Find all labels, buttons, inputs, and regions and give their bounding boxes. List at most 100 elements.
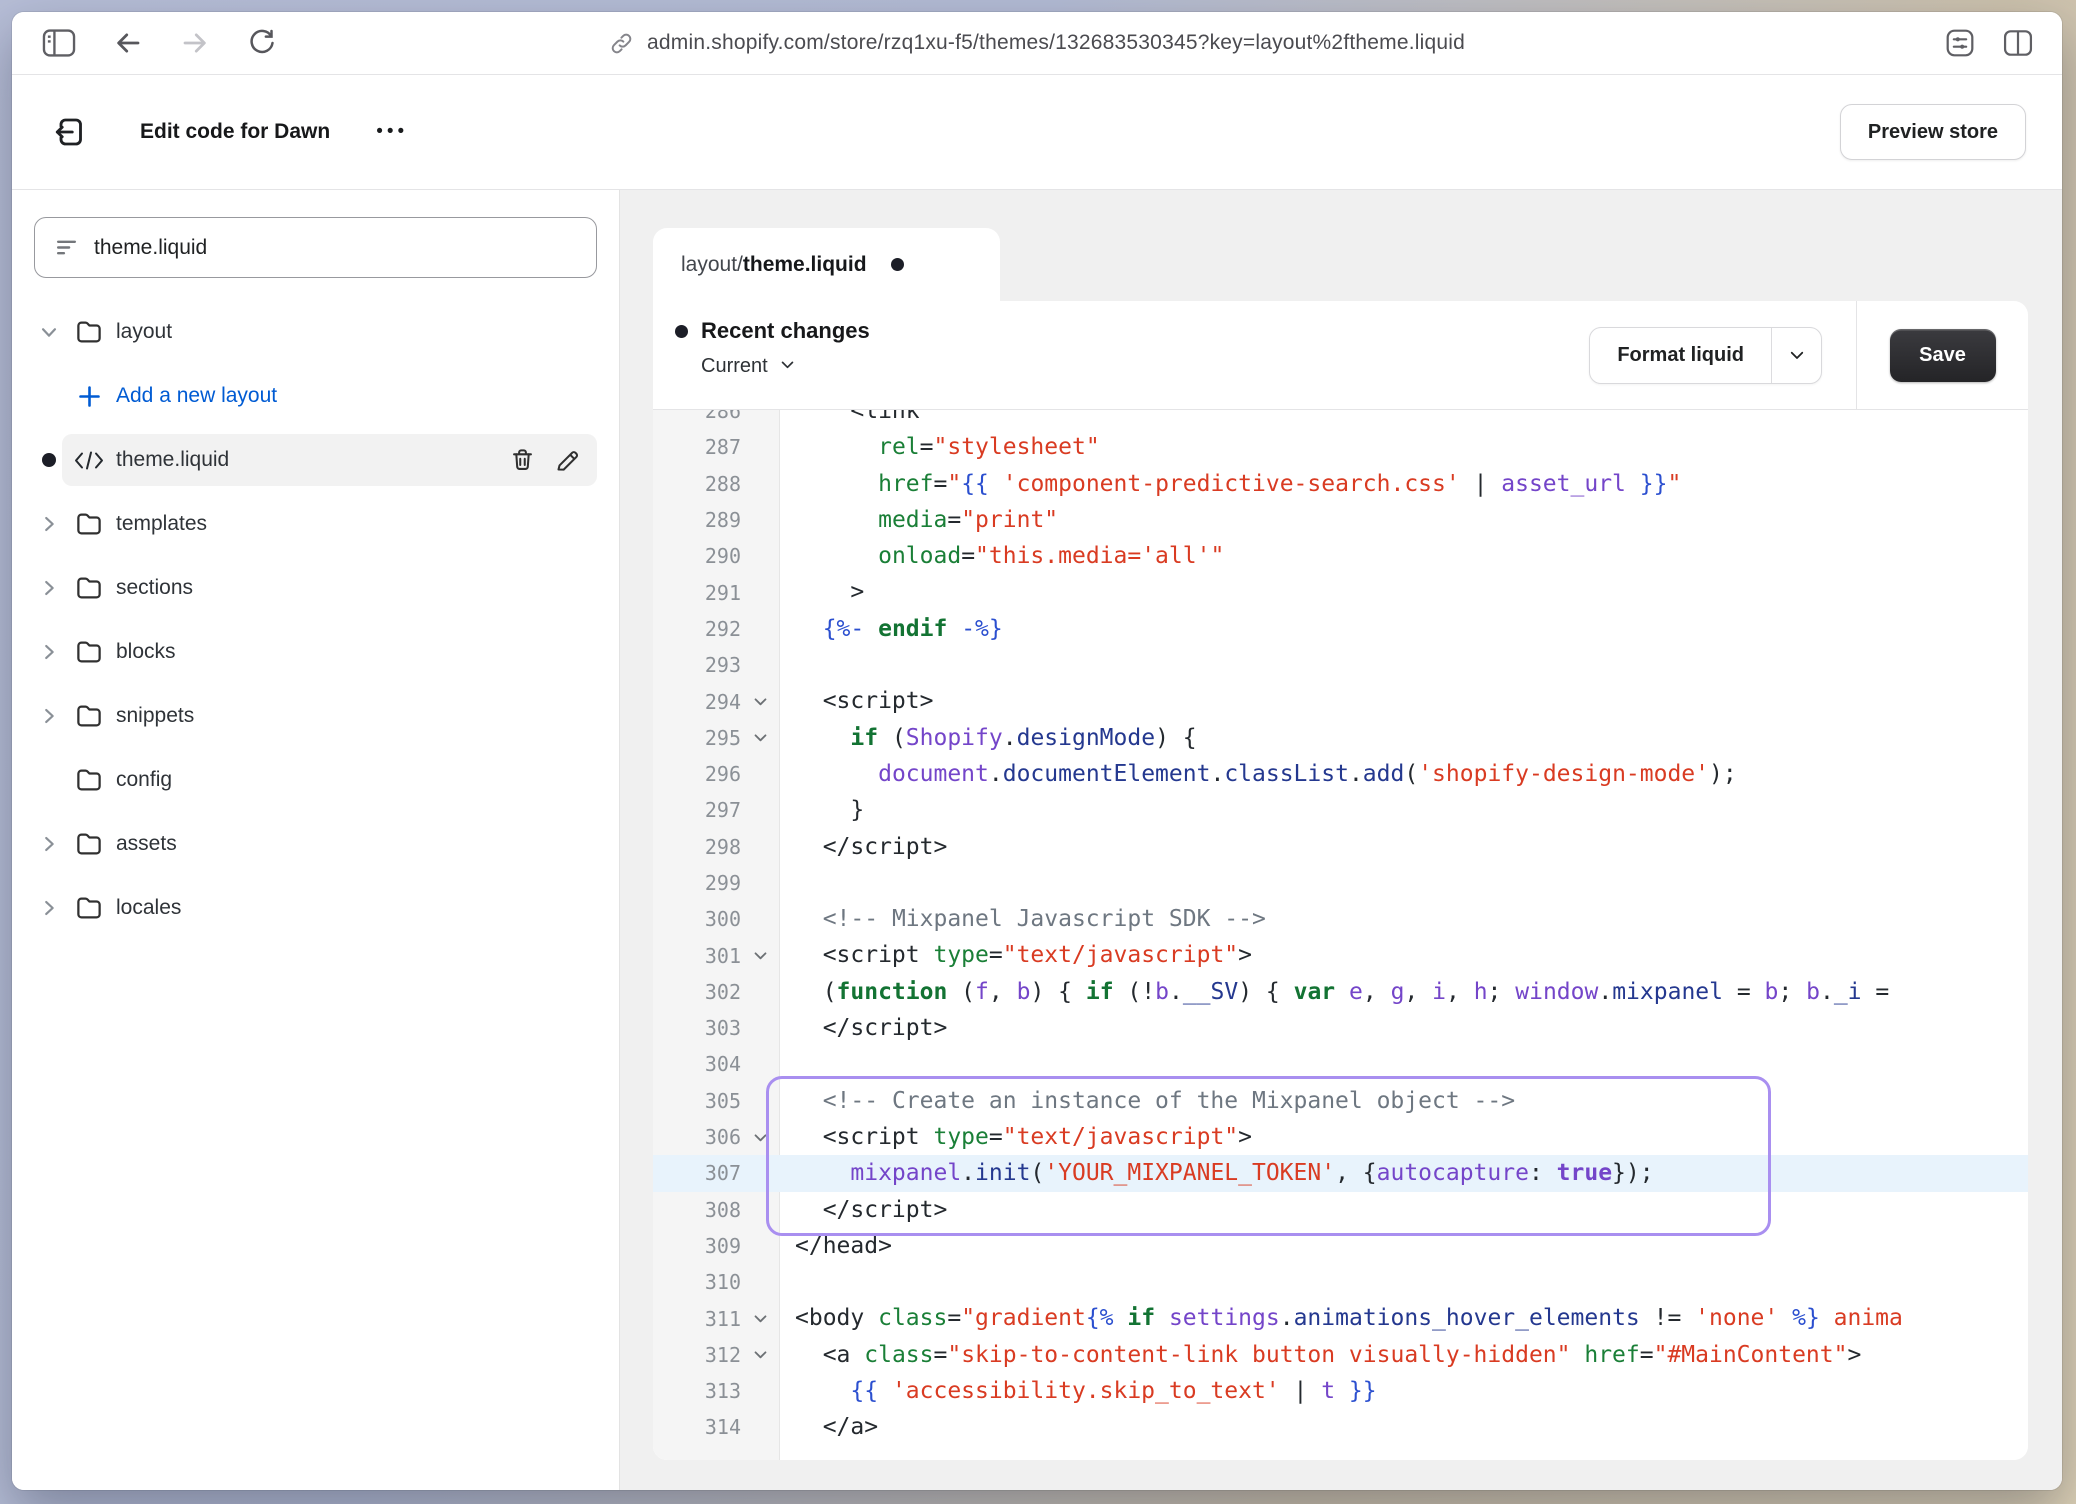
code-line-296[interactable]: 296 document.documentElement.classList.a… <box>653 756 2028 792</box>
chevron-right-icon[interactable] <box>36 641 62 663</box>
line-gutter: 286 <box>653 410 780 429</box>
line-number: 310 <box>653 1270 741 1294</box>
code-text: } <box>780 792 864 828</box>
fold-toggle-icon[interactable] <box>741 693 779 710</box>
code-text: </a> <box>780 1409 878 1445</box>
code-line-311[interactable]: 311<body class="gradient{% if settings.a… <box>653 1300 2028 1336</box>
fold-toggle-icon[interactable] <box>741 1346 779 1363</box>
line-number: 302 <box>653 980 741 1004</box>
chevron-right-icon[interactable] <box>36 705 62 727</box>
version-label: Current <box>701 355 768 378</box>
code-line-292[interactable]: 292 {%- endif -%} <box>653 611 2028 647</box>
file-search[interactable] <box>34 217 597 278</box>
code-line-306[interactable]: 306 <script type="text/javascript"> <box>653 1119 2028 1155</box>
split-view-icon[interactable] <box>2002 28 2034 58</box>
line-gutter: 302 <box>653 974 780 1010</box>
code-editor[interactable]: 286 <link287 rel="stylesheet"288 href="{… <box>653 410 2028 1460</box>
code-line-308[interactable]: 308 </script> <box>653 1192 2028 1228</box>
code-text: <link <box>780 410 920 429</box>
format-options-caret[interactable] <box>1772 328 1821 383</box>
code-line-297[interactable]: 297 } <box>653 792 2028 828</box>
sidebar-item-templates[interactable]: templates <box>12 498 619 550</box>
sidebar-item-label: sections <box>116 576 193 600</box>
save-button[interactable]: Save <box>1890 329 1996 382</box>
browser-window: admin.shopify.com/store/rzq1xu-f5/themes… <box>12 12 2062 1490</box>
chevron-right-icon[interactable] <box>36 513 62 535</box>
code-line-299[interactable]: 299 <box>653 865 2028 901</box>
code-text: <script> <box>780 683 933 719</box>
chevron-down-icon[interactable] <box>36 321 62 343</box>
code-line-300[interactable]: 300 <!-- Mixpanel Javascript SDK --> <box>653 901 2028 937</box>
code-line-313[interactable]: 313 {{ 'accessibility.skip_to_text' | t … <box>653 1373 2028 1409</box>
sidebar-item-locales[interactable]: locales <box>12 882 619 934</box>
selected-file-pill[interactable]: theme.liquid <box>62 434 597 486</box>
line-number: 297 <box>653 798 741 822</box>
sidebar-item-theme-liquid[interactable]: theme.liquid <box>12 434 619 486</box>
rename-file-icon[interactable] <box>554 447 581 474</box>
sidebar-item-label: config <box>116 768 172 792</box>
code-line-295[interactable]: 295 if (Shopify.designMode) { <box>653 720 2028 756</box>
chevron-right-icon[interactable] <box>36 833 62 855</box>
line-number: 312 <box>653 1343 741 1367</box>
code-line-304[interactable]: 304 <box>653 1046 2028 1082</box>
forward-icon[interactable] <box>180 28 210 58</box>
add-new-layout-button[interactable]: Add a new layout <box>12 370 619 422</box>
search-input[interactable] <box>94 236 578 260</box>
page-title: Edit code for Dawn <box>140 120 330 144</box>
sidebar-item-assets[interactable]: assets <box>12 818 619 870</box>
address-bar[interactable]: admin.shopify.com/store/rzq1xu-f5/themes… <box>609 12 1465 74</box>
exit-editor-icon[interactable] <box>52 114 88 150</box>
line-gutter: 300 <box>653 901 780 937</box>
code-line-291[interactable]: 291 > <box>653 574 2028 610</box>
code-line-287[interactable]: 287 rel="stylesheet" <box>653 429 2028 465</box>
code-line-294[interactable]: 294 <script> <box>653 683 2028 719</box>
fold-toggle-icon[interactable] <box>741 947 779 964</box>
code-line-301[interactable]: 301 <script type="text/javascript"> <box>653 937 2028 973</box>
code-line-290[interactable]: 290 onload="this.media='all'" <box>653 538 2028 574</box>
reload-icon[interactable] <box>247 28 277 58</box>
sidebar-item-blocks[interactable]: blocks <box>12 626 619 678</box>
code-text: <script type="text/javascript"> <box>780 937 1252 973</box>
code-text: (function (f, b) { if (!b.__SV) { var e,… <box>780 974 1889 1010</box>
fold-toggle-icon[interactable] <box>741 1129 779 1146</box>
code-line-305[interactable]: 305 <!-- Create an instance of the Mixpa… <box>653 1083 2028 1119</box>
code-line-312[interactable]: 312 <a class="skip-to-content-link butto… <box>653 1337 2028 1373</box>
sidebar-item-sections[interactable]: sections <box>12 562 619 614</box>
code-line-286[interactable]: 286 <link <box>653 410 2028 429</box>
code-line-314[interactable]: 314 </a> <box>653 1409 2028 1445</box>
code-text <box>780 1046 795 1082</box>
code-text: </script> <box>780 1192 947 1228</box>
sidebar-toggle-icon[interactable] <box>42 28 76 58</box>
code-line-307[interactable]: 307 mixpanel.init('YOUR_MIXPANEL_TOKEN',… <box>653 1155 2028 1191</box>
code-line-298[interactable]: 298 </script> <box>653 829 2028 865</box>
folder-icon <box>74 893 104 923</box>
code-line-302[interactable]: 302 (function (f, b) { if (!b.__SV) { va… <box>653 974 2028 1010</box>
line-gutter: 292 <box>653 611 780 647</box>
sidebar-item-layout[interactable]: layout <box>12 306 619 358</box>
page-settings-icon[interactable] <box>1944 28 1976 58</box>
chevron-right-icon[interactable] <box>36 577 62 599</box>
line-gutter: 306 <box>653 1119 780 1155</box>
sidebar-item-snippets[interactable]: snippets <box>12 690 619 742</box>
code-line-289[interactable]: 289 media="print" <box>653 502 2028 538</box>
sidebar-item-config[interactable]: config <box>12 754 619 806</box>
chevron-right-icon[interactable] <box>36 897 62 919</box>
code-line-310[interactable]: 310 <box>653 1264 2028 1300</box>
line-number: 299 <box>653 871 741 895</box>
back-icon[interactable] <box>113 28 143 58</box>
format-liquid-button[interactable]: Format liquid <box>1590 328 1772 383</box>
more-actions-menu[interactable]: ••• <box>376 121 408 143</box>
preview-store-button[interactable]: Preview store <box>1840 104 2026 160</box>
delete-file-icon[interactable] <box>509 447 536 474</box>
code-line-303[interactable]: 303 </script> <box>653 1010 2028 1046</box>
sidebar-item-label: snippets <box>116 704 194 728</box>
fold-toggle-icon[interactable] <box>741 729 779 746</box>
version-dropdown[interactable]: Current <box>701 355 1589 378</box>
code-line-288[interactable]: 288 href="{{ 'component-predictive-searc… <box>653 466 2028 502</box>
code-line-309[interactable]: 309</head> <box>653 1228 2028 1264</box>
line-number: 287 <box>653 435 741 459</box>
code-line-293[interactable]: 293 <box>653 647 2028 683</box>
fold-toggle-icon[interactable] <box>741 1310 779 1327</box>
code-text: {{ 'accessibility.skip_to_text' | t }} <box>780 1373 1377 1409</box>
tab-theme-liquid[interactable]: layout/theme.liquid <box>653 228 1000 301</box>
